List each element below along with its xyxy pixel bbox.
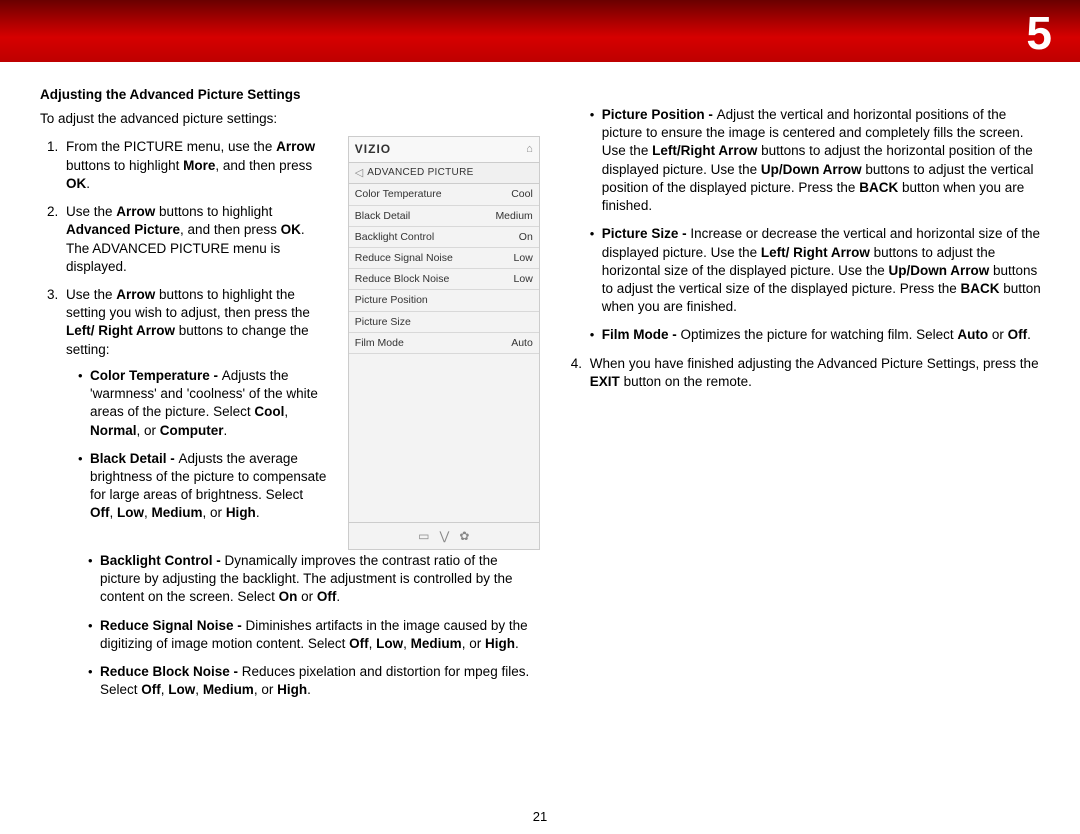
step-4: When you have finished adjusting the Adv… bbox=[586, 355, 1044, 391]
panel-row: Reduce Block NoiseLow bbox=[349, 269, 539, 290]
panel-spacer bbox=[349, 354, 539, 522]
right-column: Picture Position - Adjust the vertical a… bbox=[564, 86, 1044, 710]
page-number: 21 bbox=[0, 808, 1080, 826]
right-sublist: Picture Position - Adjust the vertical a… bbox=[564, 106, 1044, 345]
step-1: From the PICTURE menu, use the Arrow but… bbox=[62, 138, 330, 193]
page-content: Adjusting the Advanced Picture Settings … bbox=[0, 62, 1080, 720]
item-color-temperature: Color Temperature - Adjusts the 'warmnes… bbox=[78, 367, 330, 440]
panel-row: Color TemperatureCool bbox=[349, 184, 539, 205]
panel-footer: ▭ ⋁ ✿ bbox=[349, 522, 539, 549]
item-reduce-block-noise: Reduce Block Noise - Reduces pixelation … bbox=[88, 663, 540, 699]
numbered-steps: From the PICTURE menu, use the Arrow but… bbox=[40, 138, 330, 522]
item-black-detail: Black Detail - Adjusts the average brigh… bbox=[78, 450, 330, 523]
item-backlight-control: Backlight Control - Dynamically improves… bbox=[88, 552, 540, 607]
step-2: Use the Arrow buttons to highlight Advan… bbox=[62, 203, 330, 276]
item-reduce-signal-noise: Reduce Signal Noise - Diminishes artifac… bbox=[88, 617, 540, 653]
intro-text: To adjust the advanced picture settings: bbox=[40, 110, 540, 128]
panel-row: Picture Size bbox=[349, 312, 539, 333]
item-picture-size: Picture Size - Increase or decrease the … bbox=[590, 225, 1044, 316]
item-film-mode: Film Mode - Optimizes the picture for wa… bbox=[590, 326, 1044, 344]
step-3-sublist-wide: Backlight Control - Dynamically improves… bbox=[40, 552, 540, 700]
advanced-picture-panel: VIZIO ⌂ ◁ ADVANCED PICTURE Color Tempera… bbox=[348, 136, 540, 550]
panel-title: ADVANCED PICTURE bbox=[367, 166, 473, 180]
panel-row: Backlight ControlOn bbox=[349, 227, 539, 248]
panel-row: Reduce Signal NoiseLow bbox=[349, 248, 539, 269]
step-3-sublist-narrow: Color Temperature - Adjusts the 'warmnes… bbox=[66, 367, 330, 523]
chapter-number: 5 bbox=[1026, 2, 1052, 64]
wide-icon: ▭ bbox=[418, 528, 429, 544]
panel-logo: VIZIO bbox=[355, 141, 391, 157]
panel-row: Film ModeAuto bbox=[349, 333, 539, 354]
panel-title-row: ◁ ADVANCED PICTURE bbox=[349, 163, 539, 185]
step-3: Use the Arrow buttons to highlight the s… bbox=[62, 286, 330, 523]
section-title: Adjusting the Advanced Picture Settings bbox=[40, 86, 540, 104]
left-column: Adjusting the Advanced Picture Settings … bbox=[40, 86, 540, 710]
right-steps: When you have finished adjusting the Adv… bbox=[564, 355, 1044, 391]
chapter-header: 5 bbox=[0, 0, 1080, 62]
gear-icon: ✿ bbox=[459, 528, 469, 544]
steps-and-panel: From the PICTURE menu, use the Arrow but… bbox=[40, 138, 540, 550]
panel-rows: Color TemperatureCool Black DetailMedium… bbox=[349, 184, 539, 353]
panel-header: VIZIO ⌂ bbox=[349, 137, 539, 162]
panel-row: Picture Position bbox=[349, 290, 539, 311]
steps-text: From the PICTURE menu, use the Arrow but… bbox=[40, 138, 330, 532]
chevron-down-icon: ⋁ bbox=[440, 528, 450, 544]
home-icon: ⌂ bbox=[526, 142, 533, 157]
panel-row: Black DetailMedium bbox=[349, 206, 539, 227]
item-picture-position: Picture Position - Adjust the vertical a… bbox=[590, 106, 1044, 215]
back-icon: ◁ bbox=[355, 166, 363, 181]
